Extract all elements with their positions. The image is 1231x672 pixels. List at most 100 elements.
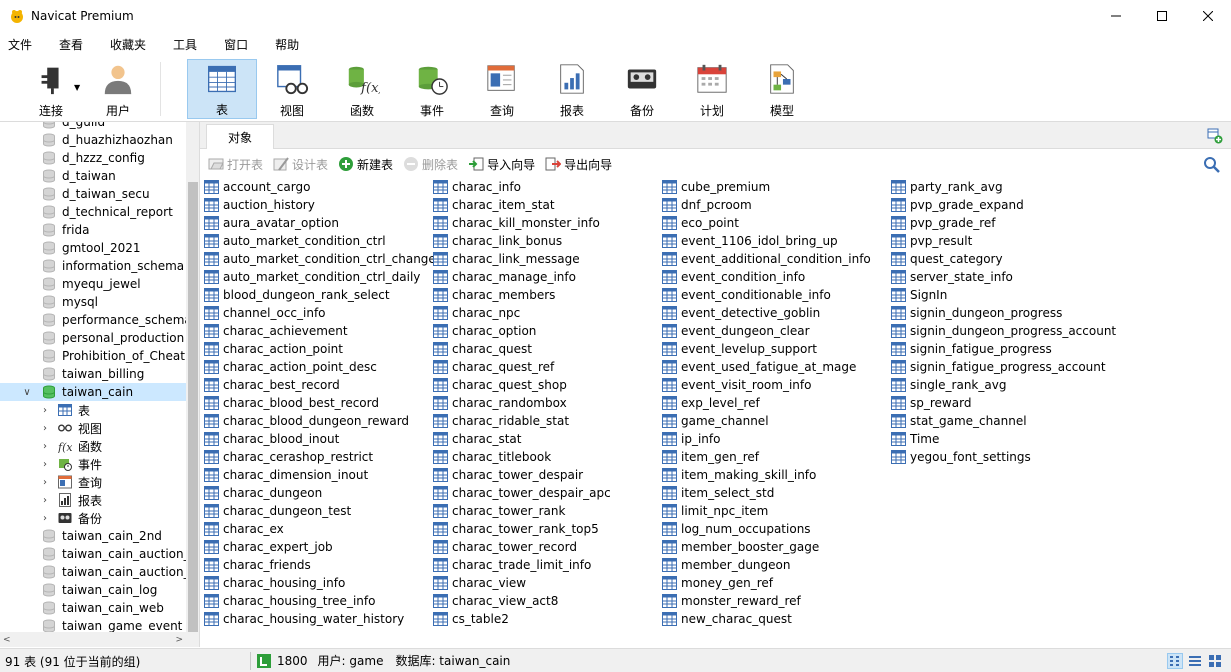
tree-node-table[interactable]: › 表 [0, 401, 186, 419]
table-item[interactable]: pvp_grade_ref [891, 214, 996, 232]
menu-favorites[interactable]: 收藏夹 [102, 36, 146, 53]
table-item[interactable]: charac_housing_info [204, 574, 345, 592]
tree-database-item[interactable]: d_hzzz_config [0, 149, 186, 167]
table-item[interactable]: charac_tower_rank_top5 [433, 520, 599, 538]
table-item[interactable]: event_used_fatigue_at_mage [662, 358, 856, 376]
toolbar-query-button[interactable]: 查询 [467, 59, 537, 119]
table-item[interactable]: charac_best_record [204, 376, 340, 394]
expand-chevron-icon[interactable]: › [38, 495, 52, 506]
tab-objects[interactable]: 对象 [206, 124, 274, 149]
table-item[interactable]: pvp_result [891, 232, 972, 250]
table-item[interactable]: event_visit_room_info [662, 376, 811, 394]
table-item[interactable]: charac_tower_despair_apc [433, 484, 611, 502]
table-item[interactable]: event_detective_goblin [662, 304, 820, 322]
table-item[interactable]: item_gen_ref [662, 448, 759, 466]
table-item[interactable]: limit_npc_item [662, 502, 768, 520]
table-item[interactable]: game_channel [662, 412, 769, 430]
table-item[interactable]: charac_ridable_stat [433, 412, 569, 430]
table-item[interactable]: event_additional_condition_info [662, 250, 871, 268]
table-item[interactable]: signin_fatigue_progress_account [891, 358, 1106, 376]
tree-scroll-thumb[interactable] [188, 182, 198, 632]
search-icon[interactable] [1203, 156, 1221, 174]
toolbar-table-button[interactable]: 表 [187, 59, 257, 119]
table-item[interactable]: item_making_skill_info [662, 466, 816, 484]
table-item[interactable]: charac_manage_info [433, 268, 576, 286]
tree-database-item[interactable]: gmtool_2021 [0, 239, 186, 257]
table-item[interactable]: signin_dungeon_progress [891, 304, 1062, 322]
toolbar-event-button[interactable]: 事件 [397, 59, 467, 119]
table-item[interactable]: auction_history [204, 196, 315, 214]
delete-table-button[interactable]: 删除表 [403, 156, 458, 173]
table-item[interactable]: Time [891, 430, 939, 448]
toolbar-function-button[interactable]: f(x) 函数 [327, 59, 397, 119]
table-item[interactable]: charac_stat [433, 430, 521, 448]
tree-horizontal-scrollbar[interactable]: < > [0, 632, 186, 647]
table-item[interactable]: server_state_info [891, 268, 1013, 286]
tree-node-query[interactable]: › 查询 [0, 473, 186, 491]
table-item[interactable]: event_condition_info [662, 268, 805, 286]
table-item[interactable]: exp_level_ref [662, 394, 760, 412]
table-item[interactable]: cs_table2 [433, 610, 509, 628]
export-wizard-button[interactable]: 导出向导 [545, 156, 612, 173]
collapse-chevron-icon[interactable]: ∨ [20, 387, 34, 398]
tree-database-item[interactable]: mysql [0, 293, 186, 311]
tree-database-item[interactable]: taiwan_cain_web [0, 599, 186, 617]
table-item[interactable]: event_1106_idol_bring_up [662, 232, 838, 250]
close-button[interactable] [1185, 0, 1231, 32]
scroll-right-arrow-icon[interactable]: > [175, 635, 183, 645]
table-item[interactable]: stat_game_channel [891, 412, 1027, 430]
import-wizard-button[interactable]: 导入向导 [468, 156, 535, 173]
tree-database-item[interactable]: performance_schema [0, 311, 186, 329]
tree-database-item[interactable]: d_huazhizhaozhan [0, 131, 186, 149]
user-button[interactable]: 用户 [88, 59, 148, 119]
table-item[interactable]: blood_dungeon_rank_select [204, 286, 390, 304]
toolbar-view-button[interactable]: 视图 [257, 59, 327, 119]
table-item[interactable]: charac_npc [433, 304, 520, 322]
tree-database-item[interactable]: myequ_jewel [0, 275, 186, 293]
connect-dropdown-arrow-icon[interactable]: ▼ [74, 83, 80, 92]
table-item[interactable]: charac_friends [204, 556, 311, 574]
tree-database-item[interactable]: d_technical_report [0, 203, 186, 221]
tree-database-item[interactable]: ∨ taiwan_cain [0, 383, 186, 401]
minimize-button[interactable] [1093, 0, 1139, 32]
table-item[interactable]: charac_expert_job [204, 538, 333, 556]
table-item[interactable]: charac_quest_ref [433, 358, 554, 376]
toolbar-backup-button[interactable]: 备份 [607, 59, 677, 119]
table-item[interactable]: charac_info [433, 178, 521, 196]
expand-chevron-icon[interactable]: › [38, 477, 52, 488]
table-item[interactable]: charac_view_act8 [433, 592, 558, 610]
table-item[interactable]: charac_achievement [204, 322, 348, 340]
open-table-button[interactable]: 打开表 [208, 156, 263, 173]
table-item[interactable]: charac_item_stat [433, 196, 555, 214]
table-item[interactable]: money_gen_ref [662, 574, 773, 592]
expand-chevron-icon[interactable]: › [38, 441, 52, 452]
grid-view-icon[interactable] [1207, 653, 1223, 669]
table-item[interactable]: charac_action_point [204, 340, 343, 358]
table-item[interactable]: charac_ex [204, 520, 284, 538]
table-item[interactable]: charac_tower_despair [433, 466, 583, 484]
connect-button[interactable]: 连接 ▼ [18, 59, 84, 119]
table-item[interactable]: charac_trade_limit_info [433, 556, 591, 574]
expand-chevron-icon[interactable]: › [38, 459, 52, 470]
table-item[interactable]: auto_market_condition_ctrl_daily [204, 268, 420, 286]
expand-chevron-icon[interactable]: › [38, 513, 52, 524]
table-item[interactable]: charac_cerashop_restrict [204, 448, 373, 466]
design-table-button[interactable]: 设计表 [273, 156, 328, 173]
table-item[interactable]: new_charac_quest [662, 610, 792, 628]
table-item[interactable]: charac_link_bonus [433, 232, 562, 250]
tree-database-item[interactable]: d_taiwan_secu [0, 185, 186, 203]
table-item[interactable]: auto_market_condition_ctrl [204, 232, 386, 250]
table-item[interactable]: signin_fatigue_progress [891, 340, 1052, 358]
table-item[interactable]: charac_blood_dungeon_reward [204, 412, 409, 430]
new-table-button[interactable]: 新建表 [338, 156, 393, 173]
table-item[interactable]: charac_quest [433, 340, 532, 358]
table-item[interactable]: ip_info [662, 430, 720, 448]
table-item[interactable]: charac_dungeon_test [204, 502, 351, 520]
toolbar-report-button[interactable]: 报表 [537, 59, 607, 119]
tree-database-item[interactable]: frida [0, 221, 186, 239]
tree-vertical-scrollbar[interactable] [186, 122, 199, 632]
tree-database-item[interactable]: d_taiwan [0, 167, 186, 185]
tree-database-item[interactable]: information_schema [0, 257, 186, 275]
tree-database-item[interactable]: personal_production [0, 329, 186, 347]
tree-database-item[interactable]: taiwan_cain_auction_cera [0, 545, 186, 563]
